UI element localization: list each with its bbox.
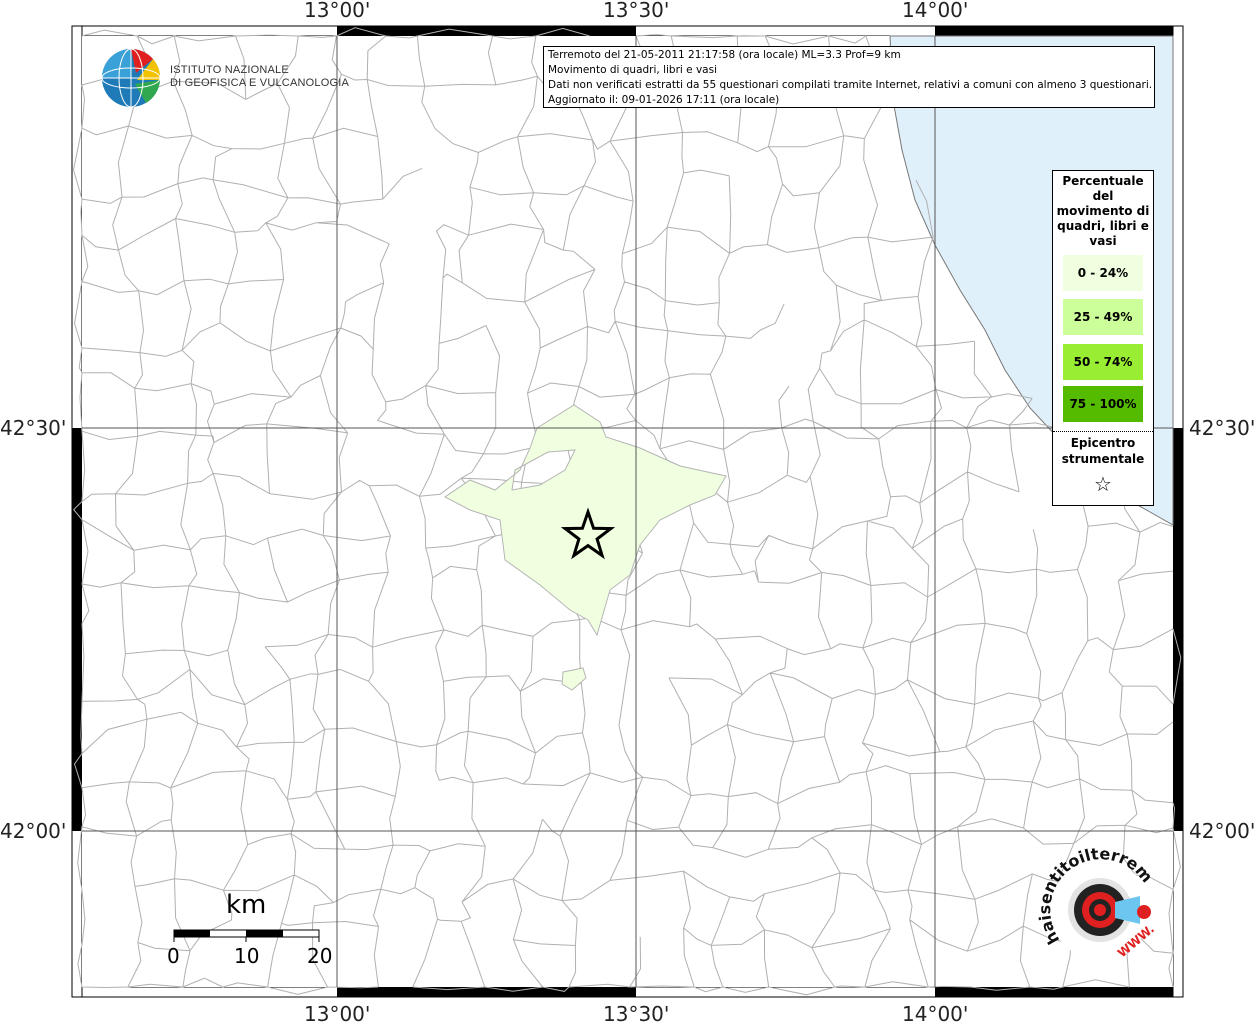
lon-label-top-1: 13°00' — [304, 0, 371, 22]
lon-label-bottom-2: 13°30' — [603, 1002, 670, 1026]
legend-epicenter-label: Epicentro strumentale — [1061, 436, 1145, 466]
scale-unit: km — [226, 890, 267, 920]
lon-label-top-2: 13°30' — [603, 0, 670, 22]
ingv-name: ISTITUTO NAZIONALE DI GEOFISICA E VULCAN… — [170, 64, 349, 90]
ingv-logo-icon — [101, 48, 161, 108]
legend-divider — [1053, 431, 1153, 432]
lon-label-top-3: 14°00' — [902, 0, 969, 22]
legend-title: Percentuale del movimento di quadri, lib… — [1056, 174, 1150, 248]
event-info-line1: Terremoto del 21-05-2011 21:17:58 (ora l… — [548, 49, 901, 61]
legend-class-3: 75 - 100% — [1063, 386, 1143, 422]
lat-label-left-2: 42°00' — [0, 819, 67, 843]
legend: Percentuale del movimento di quadri, lib… — [1052, 170, 1154, 506]
legend-class-2: 50 - 74% — [1063, 344, 1143, 380]
lat-label-right-1: 42°30' — [1189, 416, 1255, 440]
scale-tick-10: 10 — [234, 944, 260, 968]
lat-label-right-2: 42°00' — [1189, 819, 1255, 843]
lon-label-bottom-3: 14°00' — [902, 1002, 969, 1026]
event-info-line2: Movimento di quadri, libri e vasi — [548, 64, 717, 76]
event-info-line4: Aggiornato il: 09-01-2026 17:11 (ora loc… — [548, 94, 780, 106]
lat-label-left-1: 42°30' — [0, 416, 67, 440]
map-interior — [72, 27, 1182, 996]
ingv-name-line2: DI GEOFISICA E VULCANOLOGIA — [170, 77, 349, 89]
legend-class-0: 0 - 24% — [1063, 255, 1143, 291]
scale-tick-0: 0 — [167, 944, 180, 968]
lon-label-bottom-1: 13°00' — [304, 1002, 371, 1026]
event-info-box: Terremoto del 21-05-2011 21:17:58 (ora l… — [543, 46, 1155, 108]
ingv-name-line1: ISTITUTO NAZIONALE — [170, 64, 289, 76]
event-info-line3: Dati non verificati estratti da 55 quest… — [548, 79, 1153, 91]
scale-tick-20: 20 — [307, 944, 333, 968]
legend-star-icon: ☆ — [1094, 472, 1112, 496]
map-canvas: haisentitoilterremoto.it WWW. — [71, 25, 1184, 998]
legend-class-1: 25 - 49% — [1063, 299, 1143, 335]
